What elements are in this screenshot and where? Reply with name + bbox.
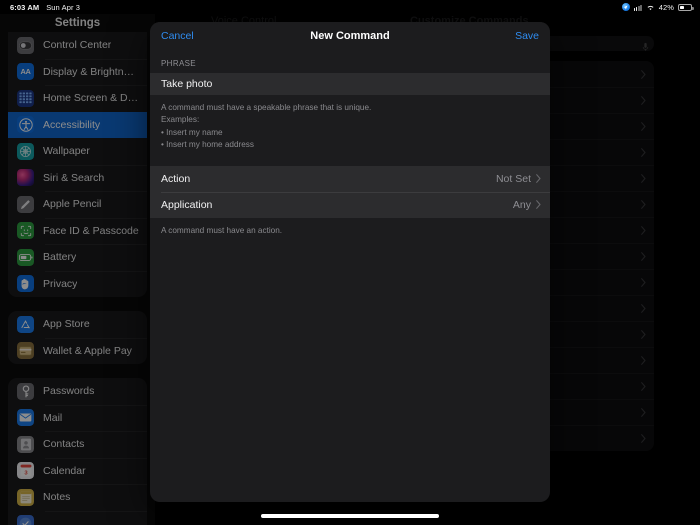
battery-icon	[678, 3, 694, 11]
battery-percent-label: 42%	[658, 2, 674, 12]
cellular-signal-icon	[633, 4, 642, 11]
cancel-button[interactable]: Cancel	[161, 30, 194, 42]
phrase-input[interactable]: Take photo	[161, 78, 212, 90]
ipad-screen: 6:03 AM Sun Apr 3 42% Voice Control Cust…	[0, 0, 700, 525]
status-right-cluster: 42%	[621, 2, 694, 12]
option-row-application[interactable]: Application Any	[150, 191, 550, 218]
option-row-action[interactable]: Action Not Set	[150, 166, 550, 192]
option-label: Action	[161, 172, 191, 185]
phrase-input-row[interactable]: Take photo	[150, 73, 550, 95]
status-time: 6:03 AM	[10, 2, 40, 12]
option-value: Not Set	[495, 172, 531, 185]
phrase-section-footer: A command must have a speakable phrase t…	[161, 103, 372, 150]
option-label: Application	[161, 198, 213, 211]
new-command-modal: Cancel New Command Save PHRASE Take phot…	[150, 22, 550, 502]
phrase-section-header: PHRASE	[161, 59, 196, 68]
chevron-right-icon	[536, 174, 541, 183]
command-options-group[interactable]: Action Not Set Application Any	[150, 165, 550, 218]
chevron-right-icon	[536, 200, 541, 209]
options-section-footer: A command must have an action.	[161, 225, 283, 235]
wifi-icon	[646, 4, 655, 11]
modal-title: New Command	[310, 29, 390, 42]
home-indicator[interactable]	[261, 514, 439, 518]
status-bar: 6:03 AM Sun Apr 3 42%	[0, 0, 700, 14]
save-button[interactable]: Save	[515, 30, 539, 42]
modal-navigation-bar: Cancel New Command Save	[150, 22, 550, 49]
location-arrow-icon	[621, 3, 630, 11]
option-value: Any	[512, 198, 531, 211]
status-date: Sun Apr 3	[46, 2, 81, 12]
